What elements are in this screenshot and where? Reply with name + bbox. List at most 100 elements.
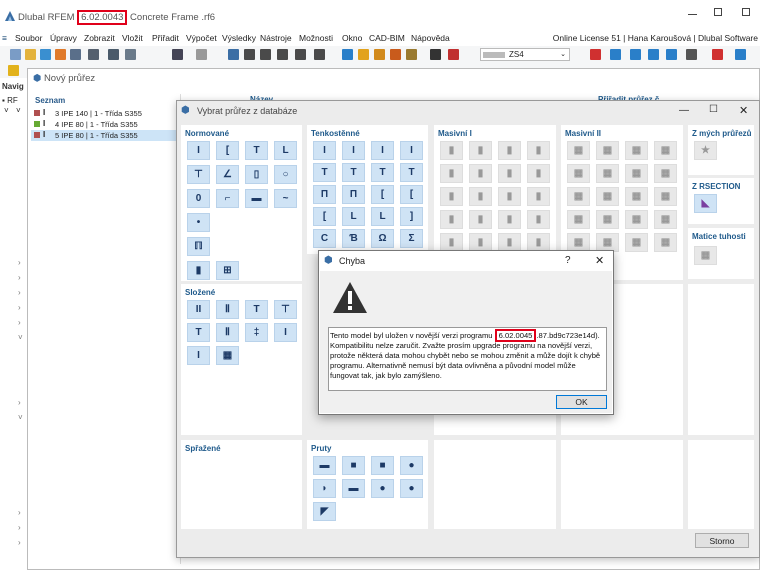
tree-arrow-icon[interactable]: › — [18, 288, 21, 297]
ok-button[interactable]: OK — [556, 395, 607, 409]
section-shape-button[interactable]: [ — [400, 185, 423, 204]
help-button[interactable]: ? — [565, 255, 571, 266]
matrix-icon[interactable]: ▦ — [694, 246, 717, 265]
section-shape-button[interactable]: I — [342, 141, 365, 160]
table-icon[interactable] — [125, 49, 136, 60]
section-shape-button[interactable]: ▮ — [440, 164, 463, 183]
section-shape-button[interactable]: T — [371, 163, 394, 182]
section-shape-button[interactable]: T — [245, 300, 268, 319]
expand-icon[interactable]: ˅ — [4, 106, 9, 115]
section-shape-button[interactable]: ▮ — [187, 261, 210, 280]
redo-icon[interactable] — [196, 49, 207, 60]
section-shape-button[interactable]: Ⅱ — [216, 300, 239, 319]
section-shape-button[interactable]: Π — [342, 185, 365, 204]
grid-icon[interactable] — [406, 49, 417, 60]
section-shape-button[interactable]: ◤ — [313, 502, 336, 521]
section-shape-button[interactable]: ● — [400, 479, 423, 498]
section-shape-button[interactable]: ▮ — [469, 141, 492, 160]
section-shape-button[interactable]: I — [274, 323, 297, 342]
section-shape-button[interactable]: ▦ — [625, 164, 648, 183]
minimize-icon[interactable]: — — [679, 105, 689, 116]
section-shape-button[interactable]: ▮ — [469, 187, 492, 206]
member-icon[interactable] — [735, 49, 746, 60]
menu-nastroje[interactable]: Nástroje — [260, 33, 292, 43]
view-icon-3[interactable] — [260, 49, 271, 60]
rsection-icon[interactable]: ◣ — [694, 194, 717, 213]
deform-icon[interactable] — [374, 49, 385, 60]
undo-icon[interactable] — [172, 49, 183, 60]
section-shape-button[interactable]: T — [400, 163, 423, 182]
section-shape-button[interactable]: ] — [400, 207, 423, 226]
section-shape-button[interactable]: Ⅱ — [216, 323, 239, 342]
settings-icon[interactable] — [686, 49, 697, 60]
section-shape-button[interactable]: [ — [371, 185, 394, 204]
section-shape-button[interactable]: ▦ — [596, 164, 619, 183]
section-shape-button[interactable]: Ω — [371, 229, 394, 248]
close-icon[interactable] — [742, 8, 756, 20]
new-icon[interactable] — [10, 49, 21, 60]
section-shape-button[interactable]: ▦ — [654, 187, 677, 206]
section-shape-button[interactable]: ℿ — [187, 237, 210, 256]
load-icon[interactable] — [448, 49, 459, 60]
list-item-selected[interactable]: I 5 IPE 80 | 1 - Třída S355 — [31, 130, 181, 141]
report-icon[interactable] — [108, 49, 119, 60]
tree-arrow-icon[interactable]: › — [18, 538, 21, 547]
tree-arrow-icon[interactable]: › — [18, 258, 21, 267]
section-shape-button[interactable]: I — [371, 141, 394, 160]
view-icon-1[interactable] — [228, 49, 239, 60]
section-shape-button[interactable]: I — [400, 141, 423, 160]
tree-arrow-icon[interactable]: ˅ — [18, 413, 23, 422]
section-shape-button[interactable]: Σ — [400, 229, 423, 248]
section-shape-button[interactable]: ⊞ — [216, 261, 239, 280]
section-shape-button[interactable]: ▮ — [527, 187, 550, 206]
section-shape-button[interactable]: ▮ — [498, 141, 521, 160]
menu-napoveda[interactable]: Nápověda — [411, 33, 450, 43]
section-shape-button[interactable]: T — [187, 323, 210, 342]
print-icon[interactable] — [88, 49, 99, 60]
display-icon-3[interactable] — [666, 49, 677, 60]
section-shape-button[interactable]: ▦ — [567, 187, 590, 206]
view-icon-4[interactable] — [277, 49, 288, 60]
section-shape-button[interactable]: ▦ — [625, 141, 648, 160]
close-icon[interactable]: ✕ — [739, 104, 748, 117]
model-icon[interactable] — [610, 49, 621, 60]
menu-vlozit[interactable]: Vložit — [122, 33, 143, 43]
filter-icon[interactable] — [590, 49, 601, 60]
section-shape-button[interactable]: ▦ — [625, 187, 648, 206]
section-shape-button[interactable]: ▦ — [654, 233, 677, 252]
section-shape-button[interactable]: ○ — [274, 165, 297, 184]
section-shape-button[interactable]: ● — [400, 456, 423, 475]
section-shape-button[interactable]: ▮ — [440, 187, 463, 206]
tree-arrow-icon[interactable]: › — [18, 318, 21, 327]
section-shape-button[interactable]: ■ — [342, 456, 365, 475]
section-shape-button[interactable]: ▦ — [625, 210, 648, 229]
section-shape-button[interactable]: ▮ — [527, 141, 550, 160]
section-shape-button[interactable]: ▦ — [654, 141, 677, 160]
section-shape-button[interactable]: ▮ — [527, 164, 550, 183]
template-icon[interactable] — [55, 49, 66, 60]
menu-okno[interactable]: Okno — [342, 33, 362, 43]
section-shape-button[interactable]: [ — [313, 207, 336, 226]
tree-arrow-icon[interactable]: › — [18, 398, 21, 407]
tree-arrow-icon[interactable]: › — [18, 303, 21, 312]
list-item[interactable]: I 4 IPE 80 | 1 - Třída S355 — [31, 119, 181, 130]
section-shape-button[interactable]: ▬ — [313, 456, 336, 475]
view-icon-5[interactable] — [295, 49, 306, 60]
section-shape-button[interactable]: Π — [313, 185, 336, 204]
display-icon-2[interactable] — [648, 49, 659, 60]
close-icon[interactable]: ✕ — [595, 254, 604, 267]
maximize-icon[interactable] — [714, 8, 728, 20]
section-shape-button[interactable]: ▦ — [596, 141, 619, 160]
section-shape-button[interactable]: ▦ — [567, 141, 590, 160]
section-shape-button[interactable]: ⊤ — [274, 300, 297, 319]
section-shape-button[interactable]: I — [187, 141, 210, 160]
tree-arrow-icon[interactable]: › — [18, 523, 21, 532]
hamburger-icon[interactable]: ≡ — [2, 33, 7, 43]
section-shape-button[interactable]: ▦ — [654, 164, 677, 183]
navigator-root[interactable]: ▪ RF — [2, 96, 18, 105]
list-item[interactable]: I 3 IPE 140 | 1 - Třída S355 — [31, 108, 181, 119]
section-shape-button[interactable]: ~ — [274, 189, 297, 208]
view-icon-6[interactable] — [314, 49, 325, 60]
maximize-icon[interactable]: ☐ — [709, 104, 718, 115]
section-shape-button[interactable]: T — [342, 163, 365, 182]
